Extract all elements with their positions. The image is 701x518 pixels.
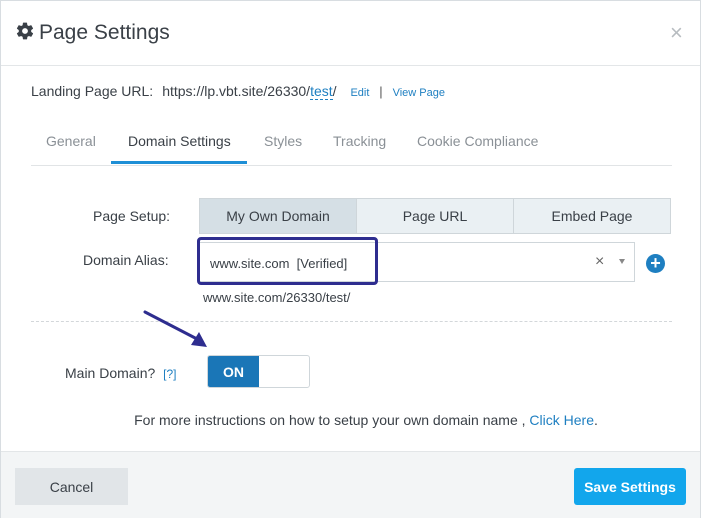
instructions-body: For more instructions on how to setup yo…	[134, 412, 530, 428]
landing-url-label: Landing Page URL:	[31, 83, 154, 99]
section-divider	[31, 321, 672, 322]
click-here-link[interactable]: Click Here	[529, 412, 594, 428]
page-setup-label: Page Setup:	[93, 208, 171, 224]
view-page-link[interactable]: View Page	[393, 87, 445, 99]
main-domain-toggle[interactable]: ON	[207, 355, 310, 388]
chevron-down-icon[interactable]	[619, 259, 625, 264]
tab-general[interactable]: General	[46, 133, 96, 149]
settings-tabs: General Domain Settings Styles Tracking …	[31, 121, 672, 166]
landing-page-url-row: Landing Page URL: https://lp.vbt.site/263…	[31, 83, 445, 100]
landing-url-slug[interactable]: test	[310, 83, 333, 100]
tab-styles[interactable]: Styles	[264, 133, 302, 149]
modal-header: Page Settings ×	[1, 1, 700, 66]
page-title: Page Settings	[39, 21, 170, 44]
instructions-text: For more instructions on how to setup yo…	[1, 412, 701, 428]
page-setup-page-url[interactable]: Page URL	[357, 199, 514, 233]
edit-url-link[interactable]: Edit	[350, 87, 369, 99]
add-domain-icon[interactable]: +	[646, 254, 665, 273]
clear-icon[interactable]: ×	[595, 253, 604, 271]
active-tab-indicator	[111, 161, 247, 164]
tab-cookie-compliance[interactable]: Cookie Compliance	[417, 133, 538, 149]
instructions-end: .	[594, 412, 598, 428]
save-settings-button[interactable]: Save Settings	[574, 468, 686, 505]
page-setup-my-own-domain[interactable]: My Own Domain	[200, 199, 357, 233]
link-separator: |	[379, 84, 383, 99]
domain-preview-url: www.site.com/26330/test/	[203, 290, 351, 305]
highlight-annotation-box	[197, 237, 378, 285]
tab-tracking[interactable]: Tracking	[333, 133, 386, 149]
landing-url-trail: /	[332, 83, 337, 99]
domain-alias-label: Domain Alias:	[83, 252, 169, 268]
page-settings-modal: Page Settings × Landing Page URL: https:/…	[0, 0, 701, 518]
main-domain-label-row: Main Domain? [?]	[65, 365, 177, 381]
cancel-button[interactable]: Cancel	[15, 468, 128, 505]
gear-icon	[16, 22, 34, 40]
main-domain-label: Main Domain?	[65, 365, 156, 381]
toggle-on-state: ON	[208, 356, 259, 387]
modal-footer: Cancel Save Settings	[1, 451, 700, 518]
close-icon[interactable]: ×	[670, 22, 683, 44]
tab-domain-settings[interactable]: Domain Settings	[128, 133, 231, 149]
landing-url-base: https://lp.vbt.site/26330/	[162, 83, 311, 99]
page-setup-embed-page[interactable]: Embed Page	[514, 199, 670, 233]
annotation-arrow-icon	[143, 310, 207, 347]
main-domain-help-link[interactable]: [?]	[163, 367, 176, 381]
page-setup-segmented-control: My Own Domain Page URL Embed Page	[199, 198, 671, 234]
